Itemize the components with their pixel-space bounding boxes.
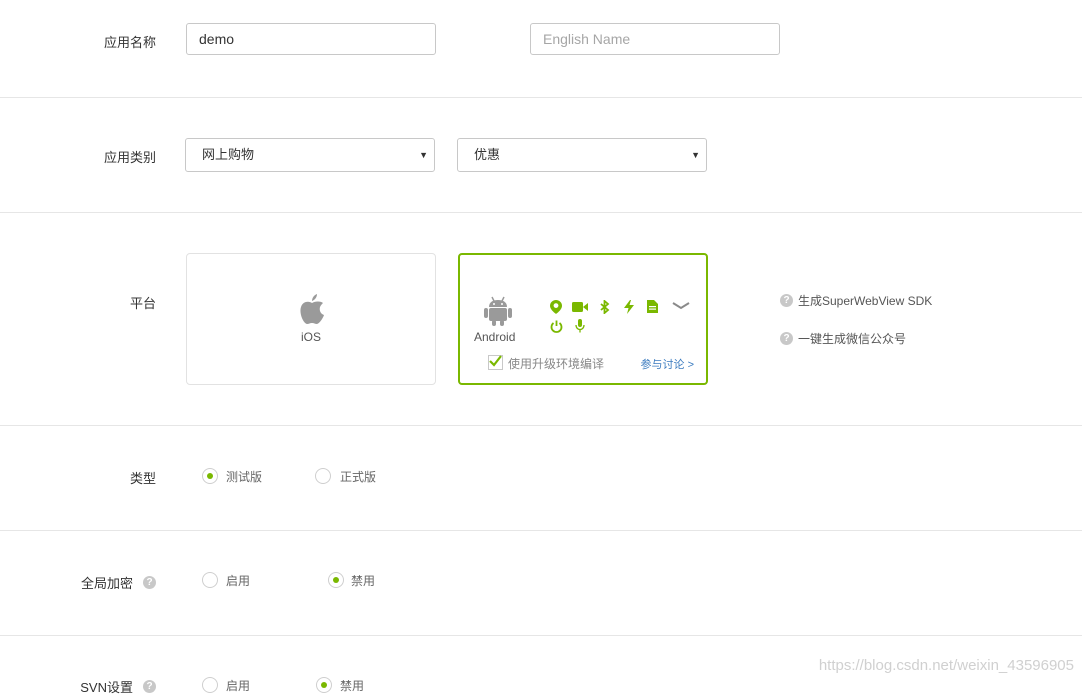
- location-icon: [550, 300, 562, 314]
- ios-label: iOS: [300, 330, 321, 344]
- upgrade-env-checkbox[interactable]: [488, 355, 503, 370]
- english-name-input[interactable]: [530, 23, 780, 55]
- category-secondary-value: 优惠: [474, 147, 501, 162]
- apple-icon: [300, 294, 324, 324]
- microphone-icon: [575, 319, 585, 333]
- sdk-link[interactable]: ? 生成SuperWebView SDK: [780, 292, 932, 309]
- category-secondary-select[interactable]: 优惠 ▼: [457, 138, 707, 172]
- type-option-beta-label[interactable]: 测试版: [226, 468, 262, 485]
- chevron-down-icon: ▼: [691, 150, 700, 160]
- chevron-down-icon: ▼: [419, 150, 428, 160]
- type-label: 类型: [129, 471, 156, 486]
- svn-disable-label[interactable]: 禁用: [340, 677, 364, 694]
- sdk-link-label: 生成SuperWebView SDK: [798, 294, 933, 308]
- checkmark-icon: [489, 355, 502, 367]
- app-category-label: 应用类别: [103, 150, 156, 165]
- svn-enable-radio[interactable]: [202, 677, 218, 693]
- category-primary-select[interactable]: 网上购物 ▼: [185, 138, 435, 172]
- app-category-row: 应用类别 网上购物 ▼ 优惠 ▼: [0, 98, 1082, 213]
- platform-label: 平台: [129, 296, 156, 311]
- type-row: 类型 测试版 正式版: [0, 426, 1082, 531]
- help-icon[interactable]: ?: [143, 680, 156, 693]
- app-name-label: 应用名称: [103, 35, 156, 50]
- wechat-link-label: 一键生成微信公众号: [798, 332, 907, 346]
- flash-icon: [624, 300, 634, 314]
- android-label: Android: [474, 330, 516, 344]
- type-option-release-label[interactable]: 正式版: [340, 468, 376, 485]
- android-icon: [484, 296, 512, 326]
- app-name-row: 应用名称: [0, 0, 1082, 98]
- android-platform-card[interactable]: Android 使用升级环境编译 参与讨论 >: [458, 253, 708, 385]
- encryption-enable-label[interactable]: 启用: [226, 572, 250, 589]
- expand-chevron-icon[interactable]: [672, 301, 690, 311]
- category-primary-value: 网上购物: [202, 147, 255, 162]
- type-option-release-radio[interactable]: [315, 468, 331, 484]
- help-icon[interactable]: ?: [143, 576, 156, 589]
- power-icon: [550, 320, 563, 333]
- encryption-disable-label[interactable]: 禁用: [351, 572, 375, 589]
- svn-label-wrap: SVN设置 ?: [80, 677, 156, 696]
- app-name-input[interactable]: [186, 23, 436, 55]
- global-encryption-label: 全局加密: [80, 576, 133, 591]
- platform-row: 平台 iOS Android 使用升级环境编译 参与讨论 > ? 生成Super…: [0, 213, 1082, 426]
- encryption-disable-radio[interactable]: [328, 572, 344, 588]
- svn-enable-label[interactable]: 启用: [226, 677, 250, 694]
- encryption-enable-radio[interactable]: [202, 572, 218, 588]
- help-icon: ?: [780, 332, 793, 345]
- svn-disable-radio[interactable]: [316, 677, 332, 693]
- document-icon: [647, 300, 658, 313]
- global-encryption-row: 全局加密 ? 启用 禁用: [0, 531, 1082, 636]
- upgrade-env-label: 使用升级环境编译: [508, 357, 605, 371]
- type-option-beta-radio[interactable]: [202, 468, 218, 484]
- ios-platform-card[interactable]: iOS: [186, 253, 436, 385]
- video-icon: [572, 302, 588, 312]
- help-icon: ?: [780, 294, 793, 307]
- discuss-link[interactable]: 参与讨论 >: [641, 356, 694, 372]
- svn-label: SVN设置: [80, 680, 133, 695]
- bluetooth-icon: [600, 300, 610, 314]
- global-encryption-label-wrap: 全局加密 ?: [81, 573, 156, 592]
- watermark-text: https://blog.csdn.net/weixin_43596905: [818, 657, 1074, 674]
- wechat-link[interactable]: ? 一键生成微信公众号: [780, 330, 906, 347]
